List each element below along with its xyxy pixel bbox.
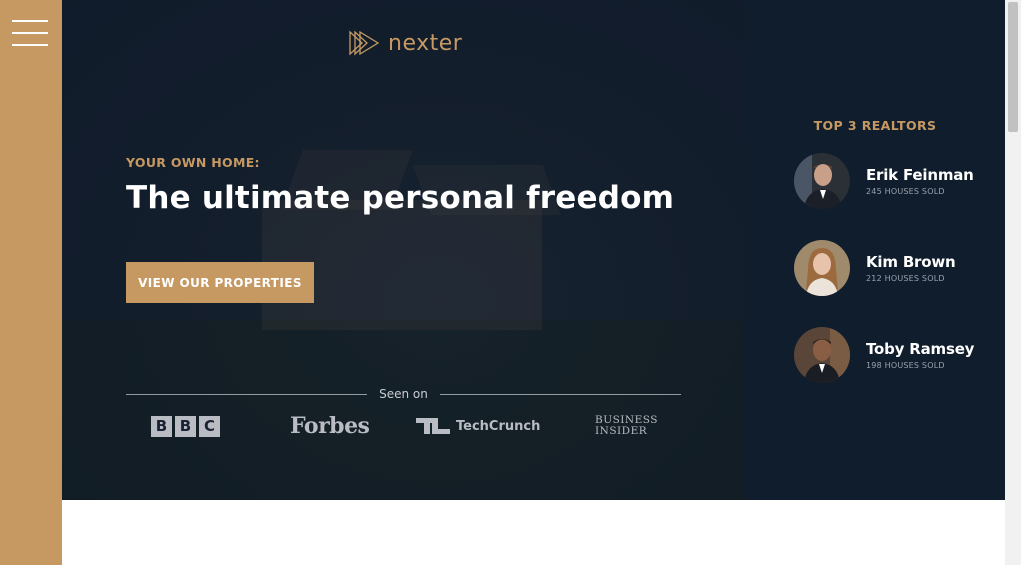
vertical-scrollbar[interactable] — [1005, 0, 1021, 565]
logo-play-icon — [349, 30, 380, 56]
divider-line — [439, 393, 681, 395]
content-area — [62, 500, 1005, 565]
techcrunch-mark-icon — [416, 418, 450, 434]
realtor-houses-sold: 212 HOUSES SOLD — [866, 274, 945, 283]
realtor-info: Toby Ramsey 198 HOUSES SOLD — [866, 340, 974, 370]
page: nexter YOUR OWN HOME: The ultimate perso… — [0, 0, 1021, 565]
divider-line — [126, 393, 368, 395]
avatar-icon — [794, 240, 850, 296]
realtor-name: Kim Brown — [866, 253, 956, 271]
menu-line — [12, 32, 48, 34]
avatar-icon — [794, 327, 850, 383]
bbc-letter: C — [199, 415, 220, 437]
techcrunch-logo: TechCrunch — [416, 410, 540, 442]
seen-on-label: Seen on — [379, 387, 428, 401]
sidebar — [0, 0, 62, 565]
menu-line — [12, 44, 48, 46]
seen-on-divider: Seen on — [126, 386, 681, 402]
avatar — [794, 153, 850, 209]
logo[interactable]: nexter — [348, 30, 462, 56]
hero-subtitle: YOUR OWN HOME: — [126, 155, 260, 170]
realtor-item[interactable]: Kim Brown 212 HOUSES SOLD — [794, 240, 956, 296]
bbc-letter: B — [151, 415, 172, 437]
realtor-houses-sold: 198 HOUSES SOLD — [866, 361, 945, 370]
realtor-item[interactable]: Erik Feinman 245 HOUSES SOLD — [794, 153, 974, 209]
avatar — [794, 240, 850, 296]
avatar — [794, 327, 850, 383]
business-insider-logo: BUSINESS INSIDER — [595, 410, 658, 442]
hero-section: nexter YOUR OWN HOME: The ultimate perso… — [62, 0, 745, 500]
realtor-info: Kim Brown 212 HOUSES SOLD — [866, 253, 956, 283]
logo-text: nexter — [388, 30, 463, 56]
avatar-icon — [794, 153, 850, 209]
menu-line — [12, 20, 48, 22]
hamburger-menu-icon[interactable] — [12, 18, 48, 48]
realtors-panel: TOP 3 REALTORS Erik Feinman 245 HOUSES S… — [745, 0, 1005, 500]
realtor-houses-sold: 245 HOUSES SOLD — [866, 187, 945, 196]
hero-title: The ultimate personal freedom — [126, 180, 675, 216]
bbc-logo: B B C — [151, 410, 220, 442]
scrollbar-thumb[interactable] — [1008, 2, 1018, 132]
realtors-title: TOP 3 REALTORS — [813, 118, 937, 133]
techcrunch-text: TechCrunch — [456, 418, 541, 434]
realtor-item[interactable]: Toby Ramsey 198 HOUSES SOLD — [794, 327, 974, 383]
realtor-name: Toby Ramsey — [866, 340, 975, 358]
business-insider-line: INSIDER — [595, 425, 648, 437]
bbc-letter: B — [175, 415, 196, 437]
realtor-name: Erik Feinman — [866, 166, 974, 184]
realtor-info: Erik Feinman 245 HOUSES SOLD — [866, 166, 974, 196]
view-properties-button[interactable]: VIEW OUR PROPERTIES — [126, 262, 314, 303]
forbes-logo: Forbes — [290, 413, 370, 439]
